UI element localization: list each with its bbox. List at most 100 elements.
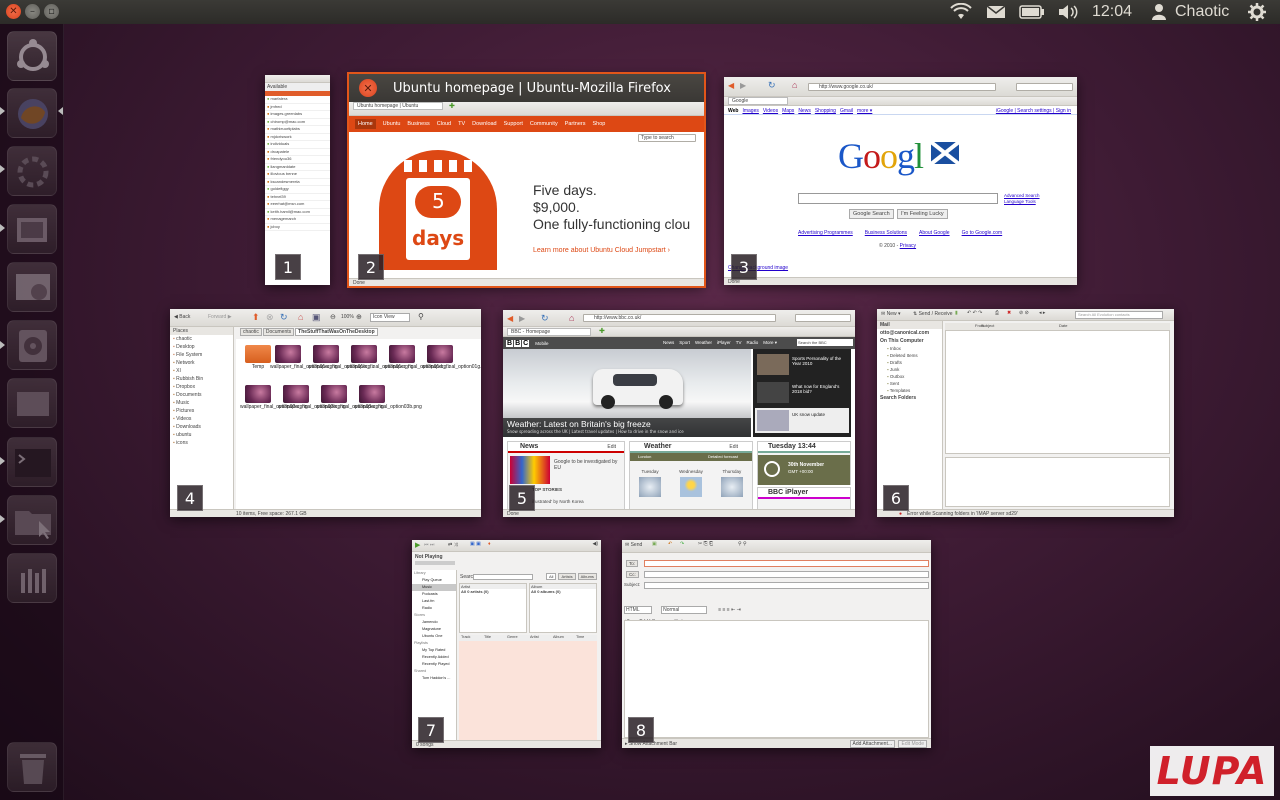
- sidebar-place[interactable]: ▪ Downloads: [170, 423, 233, 431]
- sidebar-place[interactable]: ▪ Videos: [170, 415, 233, 423]
- file-item[interactable]: wallpaper_final_option01c.png: [346, 345, 414, 370]
- new-button[interactable]: ✉ New ▾: [881, 311, 901, 317]
- browser-tab[interactable]: BBC - Homepage: [507, 328, 591, 336]
- view-selector[interactable]: Icon View: [370, 313, 410, 322]
- column-header[interactable]: Subject: [979, 323, 1057, 330]
- window-number-badge[interactable]: 4: [177, 485, 203, 511]
- nav-item-cloud[interactable]: Cloud: [437, 121, 451, 127]
- window-titlebar[interactable]: ✕ Ubuntu homepage | Ubuntu-Mozilla Firef…: [349, 74, 704, 102]
- close-icon[interactable]: ✕: [359, 79, 377, 97]
- mail-icon[interactable]: [986, 5, 1006, 23]
- file-item[interactable]: wallpaper_final_option02a.png: [240, 385, 308, 410]
- reply-icon[interactable]: ↶ ↶ ↷: [967, 310, 982, 316]
- mail-folder[interactable]: ▪ Sent: [877, 380, 942, 387]
- library-item[interactable]: Ubuntu One: [412, 633, 456, 640]
- mobile-link[interactable]: Mobile: [535, 341, 548, 346]
- library-item[interactable]: Magnatune: [412, 626, 456, 633]
- window-nautilus[interactable]: ◀ Back Forward ▶ ⬆ ⊗ ↻ ⌂ ▣ ⊖ 100% ⊕ Icon…: [170, 309, 481, 517]
- send-receive-button[interactable]: ⇅ Send / Receive: [913, 311, 953, 317]
- weather-day[interactable]: Tuesday: [639, 469, 662, 497]
- library-item[interactable]: Podcasts: [412, 591, 456, 598]
- sidebar-place[interactable]: ▪ Desktop: [170, 343, 233, 351]
- contact-item[interactable]: ● jmfred: [265, 104, 330, 111]
- file-item[interactable]: wallpaper_final_option01d.p...: [384, 345, 450, 370]
- back-button[interactable]: ◀ Back: [174, 314, 190, 320]
- window-number-badge[interactable]: 7: [418, 717, 444, 743]
- screenshot-icon[interactable]: [7, 262, 57, 312]
- window-firefox-google[interactable]: ◀ ▶ ↻ ⌂ http://www.google.co.uk/ Google …: [724, 77, 1077, 285]
- contact-list[interactable]: ● marfalera ● jmfred ● images.greenlabs ● c…: [265, 96, 330, 231]
- clock[interactable]: 12:04: [1092, 3, 1132, 21]
- breadcrumb-item[interactable]: chaotic: [240, 328, 262, 336]
- subject-field[interactable]: [644, 582, 929, 589]
- sidebar-place[interactable]: ▪ Network: [170, 359, 233, 367]
- window-compose-message[interactable]: ✉ Send ▣ ↶ ↷ ✂ ⎘ ⎗ ⚲ ⚲ To: Cc: Subject: HT…: [622, 540, 931, 748]
- bbc-nav-item[interactable]: Weather: [695, 340, 712, 346]
- mail-folder[interactable]: ▪ Templates: [877, 387, 942, 394]
- bbc-nav-item[interactable]: Sport: [679, 340, 690, 346]
- reload-icon[interactable]: ↻: [280, 312, 288, 323]
- edit-button[interactable]: Edit: [729, 444, 738, 450]
- bbc-nav-item[interactable]: News: [663, 340, 674, 346]
- track-list[interactable]: [459, 641, 597, 740]
- filter-albums[interactable]: Albums: [577, 573, 597, 580]
- reload-icon[interactable]: ↻: [541, 313, 549, 324]
- contact-item[interactable]: ● liangmanldate: [265, 164, 330, 171]
- edit-mode-button[interactable]: Edit Mode: [898, 740, 927, 748]
- redo-icon[interactable]: ↷: [680, 541, 684, 547]
- to-field[interactable]: [644, 560, 929, 567]
- sidebar-place[interactable]: ▪ ubuntu: [170, 431, 233, 439]
- visualizer-icon[interactable]: ♦: [488, 541, 491, 547]
- site-search-input[interactable]: Type to search: [638, 134, 696, 142]
- footer-link[interactable]: About Google: [919, 230, 950, 236]
- url-bar[interactable]: http://www.google.co.uk/: [808, 83, 996, 91]
- search-bar[interactable]: [1016, 83, 1073, 91]
- contact-item[interactable]: ● goldefiggy: [265, 186, 330, 194]
- trash-icon[interactable]: [7, 742, 57, 792]
- minimize-window-button[interactable]: –: [25, 4, 40, 19]
- message-body[interactable]: [624, 620, 929, 738]
- contact-item[interactable]: ● menagemarch: [265, 216, 330, 224]
- back-icon[interactable]: ◀: [507, 314, 513, 323]
- home-icon[interactable]: ⌂: [792, 80, 797, 90]
- contact-item[interactable]: ● individuals: [265, 141, 330, 149]
- window-number-badge[interactable]: 5: [509, 485, 535, 511]
- nav-item-community[interactable]: Community: [530, 121, 558, 127]
- library-item[interactable]: Recently Played: [412, 661, 456, 668]
- side-promo[interactable]: UK snow update: [755, 408, 849, 433]
- library-item[interactable]: Play Queue: [412, 577, 456, 584]
- sidebar-place[interactable]: ▪ Dropbox: [170, 383, 233, 391]
- rhythmbox-icon[interactable]: [7, 320, 57, 370]
- sidebar-place[interactable]: ▪ File System: [170, 351, 233, 359]
- feeling-lucky-button[interactable]: I'm Feeling Lucky: [897, 209, 948, 219]
- stop-icon[interactable]: ⊗: [266, 312, 274, 323]
- up-icon[interactable]: ⬆: [252, 312, 260, 323]
- search-input[interactable]: [473, 574, 533, 580]
- nav-item-partners[interactable]: Partners: [565, 121, 586, 127]
- print-icon[interactable]: ⎙: [995, 310, 999, 316]
- save-icon[interactable]: ▣: [652, 541, 657, 547]
- nav-item-home[interactable]: Home: [355, 119, 376, 129]
- local-folder[interactable]: On This Computer: [877, 337, 942, 345]
- bbc-nav-item[interactable]: TV: [736, 340, 742, 346]
- nav-icons[interactable]: ◂ ▸: [1039, 310, 1045, 316]
- contact-item[interactable]: ● friendyou36: [265, 156, 330, 164]
- filter-artists[interactable]: Artists: [558, 573, 576, 580]
- window-evolution[interactable]: ✉ New ▾ ⇅ Send / Receive ▮ ↶ ↶ ↷ ⎙ ✖ ⊘ ⊘…: [877, 309, 1174, 517]
- sidebar-place[interactable]: ▪ Music: [170, 399, 233, 407]
- account-folder[interactable]: otto@canonical.com: [877, 329, 942, 337]
- mail-folder[interactable]: ▪ Drafts: [877, 359, 942, 366]
- google-search-button[interactable]: Google Search: [849, 209, 894, 219]
- cc-field[interactable]: [644, 571, 929, 578]
- sidebar-place[interactable]: ▪ Pictures: [170, 407, 233, 415]
- contact-item[interactable]: ● kscandesmerela: [265, 179, 330, 186]
- contact-item[interactable]: ● chiromp@mac.com: [265, 119, 330, 126]
- window-number-badge[interactable]: 2: [358, 254, 384, 280]
- sidebar-place[interactable]: ▪ chaotic: [170, 335, 233, 343]
- sidebar-place[interactable]: ▪ icons: [170, 439, 233, 447]
- contact-item[interactable]: ● tehnel39: [265, 194, 330, 201]
- zoom-in-icon[interactable]: ⊕: [356, 313, 362, 321]
- window-firefox-ubuntu[interactable]: ✕ Ubuntu homepage | Ubuntu-Mozilla Firef…: [347, 72, 706, 288]
- library-item[interactable]: Jamendo: [412, 619, 456, 626]
- weather-day[interactable]: Wednesday: [679, 469, 703, 497]
